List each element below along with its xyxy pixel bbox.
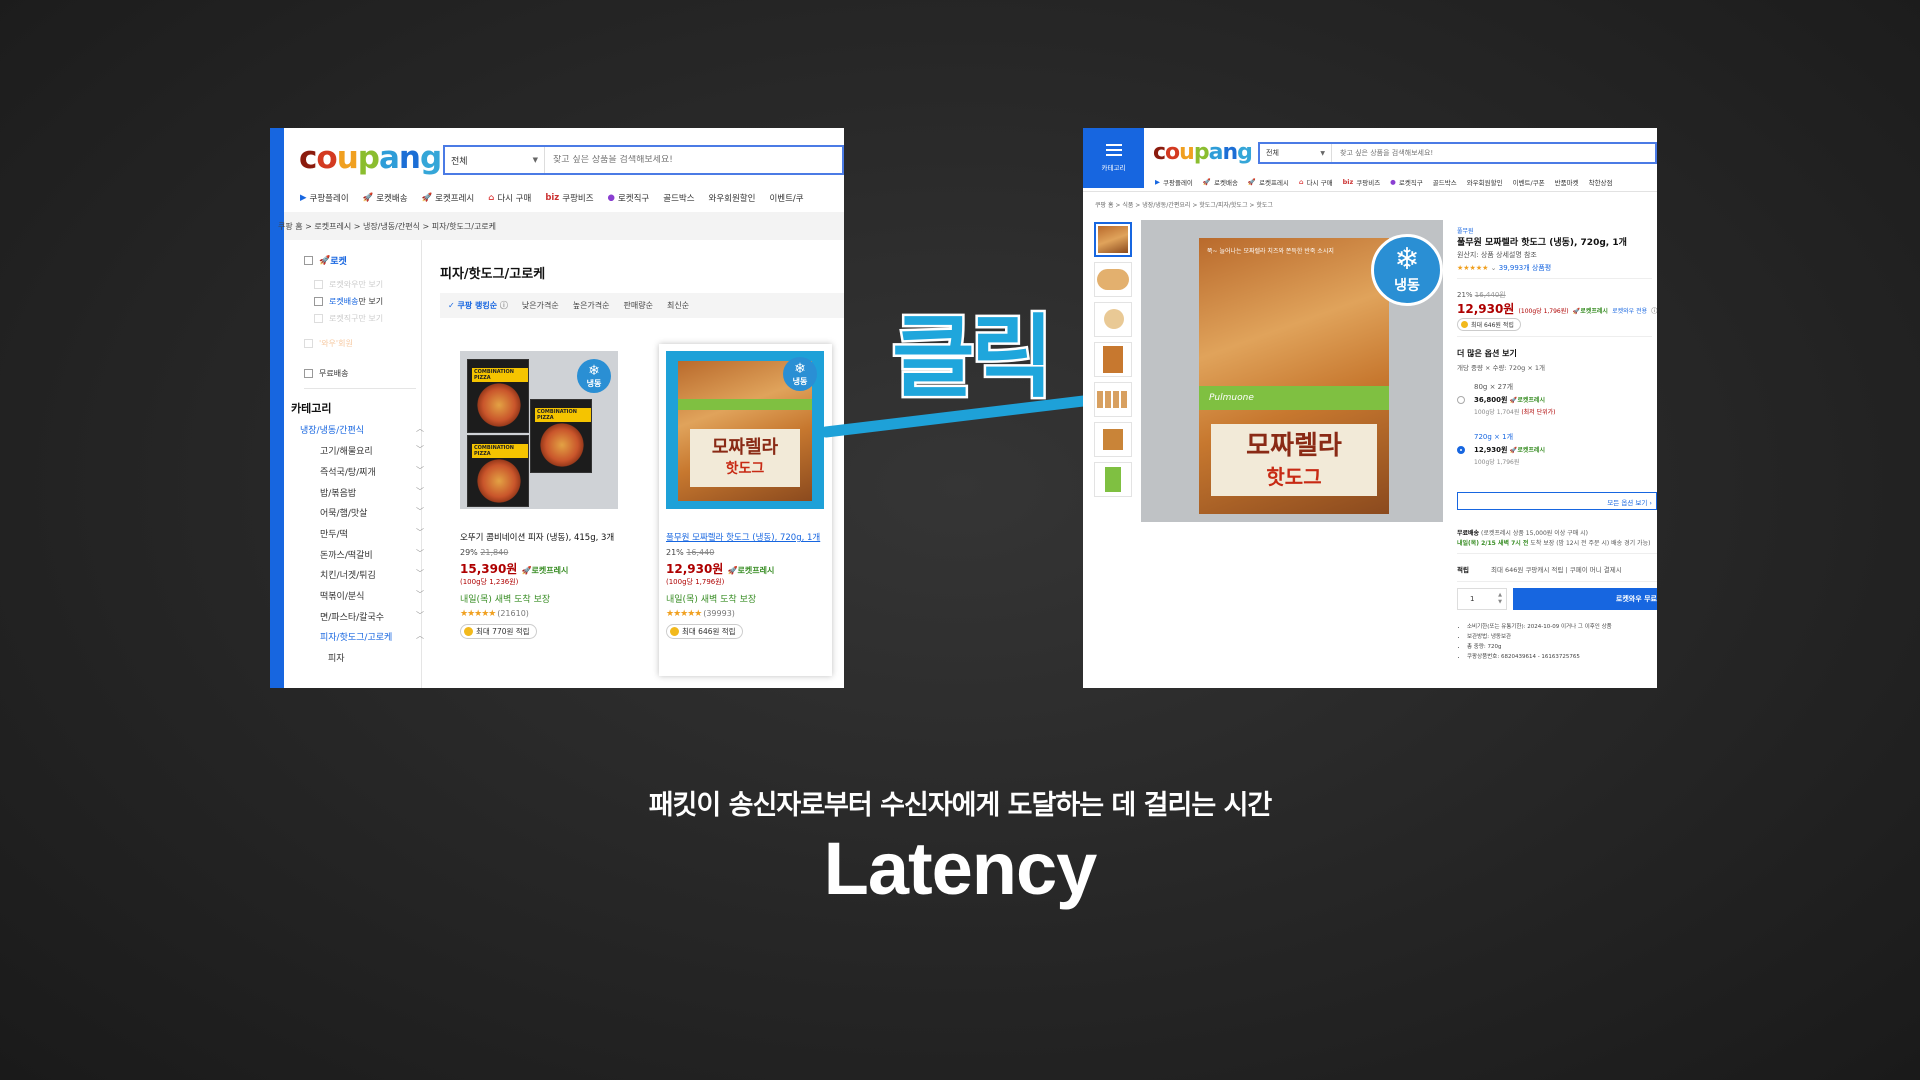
thumbnail[interactable]: [1094, 422, 1132, 457]
coupang-logo[interactable]: coupang: [1153, 140, 1253, 165]
product-details-list: 소비기한(또는 유통기한): 2024-10-09 이거나 그 이후인 상품 보…: [1461, 622, 1612, 662]
divider: [1457, 278, 1652, 279]
arrival-info: 내일(목) 2/15 새벽 7시 전 도착 보장 (밤 12시 전 주문 시) …: [1457, 540, 1651, 547]
stepper-arrows-icon[interactable]: ▲ ▼: [1498, 592, 1502, 606]
nav-item[interactable]: ⌂ 다시 구매: [1299, 177, 1333, 187]
category-menu-button[interactable]: 카테고리: [1083, 128, 1144, 188]
crumb[interactable]: 식품: [1122, 202, 1133, 209]
brand-link[interactable]: 풀무원: [1457, 226, 1474, 235]
chevron-down-icon: ⌄: [1490, 264, 1497, 272]
rocket-icon: 🚀: [1247, 178, 1257, 186]
nav-item[interactable]: 골드박스: [1433, 177, 1457, 187]
search-category-select[interactable]: 전체 ▼: [1260, 144, 1332, 162]
buy-now-button[interactable]: 로켓와우 무료: [1513, 588, 1657, 610]
crumb[interactable]: 핫도그: [1256, 202, 1273, 209]
options-subtitle: 개당 중량 × 수량: 720g × 1개: [1457, 364, 1546, 372]
house-icon: ⌂: [1298, 178, 1304, 186]
chevron-right-icon: ›: [1649, 499, 1652, 507]
thumbnail[interactable]: [1094, 462, 1132, 497]
click-label: 클릭: [890, 303, 1057, 413]
origin: 원산지: 상품 상세설명 참조: [1457, 251, 1537, 259]
crumb[interactable]: 쿠팡 홈: [1095, 202, 1113, 209]
product-detail-screenshot: 카테고리 coupang 전체 ▼ ▶쿠팡플레이 🚀로켓배송 🚀로켓프레시 ⌂다시…: [1083, 128, 1657, 688]
crumb[interactable]: 핫도그/피자/핫도그: [1199, 202, 1247, 209]
nav-item[interactable]: 이벤트/쿠폰: [1513, 177, 1545, 187]
biz-icon: biz: [1342, 178, 1354, 186]
nav-item[interactable]: 착한상점: [1589, 177, 1613, 187]
divider: [1457, 336, 1652, 337]
nav-item[interactable]: biz 쿠팡비즈: [1343, 177, 1381, 187]
nav-item[interactable]: 🚀 로켓프레시: [1248, 177, 1289, 187]
radio-button-selected[interactable]: [1457, 446, 1465, 454]
page-title: Latency: [823, 827, 1098, 910]
reviews-link[interactable]: 39,993개 상품평: [1499, 264, 1551, 272]
hotdog-label: 모짜렐라 핫도그: [1211, 424, 1377, 496]
nav-item[interactable]: ● 로켓직구: [1390, 177, 1423, 187]
thumbnail[interactable]: [1094, 262, 1132, 297]
all-options-button[interactable]: 모든 옵션 보기 ›: [1457, 492, 1657, 510]
hamburger-icon: [1105, 144, 1122, 156]
divider: [1457, 553, 1657, 554]
search-input[interactable]: [1332, 149, 1632, 157]
thumbnail[interactable]: [1094, 302, 1132, 337]
detail-item: 쿠팡상품번호: 6820439614 - 16163725765: [1467, 652, 1612, 662]
product-price: 12,930원 (100g당 1,796원) 🚀로켓프레시 로켓와우 전용 ⓘ: [1457, 302, 1657, 316]
radio-button[interactable]: [1457, 396, 1465, 404]
thumbnail[interactable]: [1094, 382, 1132, 417]
detail-item: 보관방법: 냉동보관: [1467, 632, 1612, 642]
detail-item: 총 중량: 720g: [1467, 642, 1612, 652]
play-icon: ▶: [1155, 178, 1160, 186]
nav-item[interactable]: 🚀 로켓배송: [1203, 177, 1238, 187]
thumbnail-selected[interactable]: [1094, 222, 1132, 257]
chevron-down-icon: ▼: [1320, 149, 1325, 157]
rocket-icon: 🚀: [1202, 178, 1211, 186]
crumb[interactable]: 냉장/냉동/간편요리: [1142, 202, 1190, 209]
rating: ★★★★★ ⌄ 39,993개 상품평: [1457, 263, 1551, 273]
menu-label: 카테고리: [1101, 164, 1126, 172]
subtitle: 패킷이 송신자로부터 수신자에게 도달하는 데 걸리는 시간: [648, 790, 1273, 821]
divider: [1083, 191, 1657, 192]
snowflake-icon: ❄: [1394, 242, 1420, 277]
nav-item[interactable]: 와우회원할인: [1467, 177, 1503, 187]
option-item[interactable]: 80g × 27개 36,800원 🚀로켓프레시 100g당 1,704원 (최…: [1457, 382, 1556, 416]
option-item-selected[interactable]: 720g × 1개 12,930원 🚀로켓프레시 100g당 1,796원: [1457, 432, 1545, 466]
brand-band: Pulmuone: [1199, 386, 1389, 410]
product-title: 풀무원 모짜렐라 핫도그 (냉동), 720g, 1개: [1457, 238, 1627, 248]
detail-item: 소비기한(또는 유통기한): 2024-10-09 이거나 그 이후인 상품: [1467, 622, 1612, 632]
frozen-badge: ❄ 냉동: [1371, 234, 1443, 306]
info-icon: ⓘ: [1651, 308, 1657, 315]
coin-icon: [1461, 321, 1468, 328]
quantity-stepper[interactable]: 1 ▲ ▼: [1457, 588, 1507, 610]
points-row: 적립 최대 646원 쿠팡캐시 적립 | 쿠페이 머니 결제시: [1457, 566, 1622, 574]
shipping-info: 무료배송 (로켓프레시 상품 15,000원 이상 구매 시): [1457, 530, 1588, 537]
discount-row: 21% 16,440원: [1457, 291, 1506, 299]
search-category-label: 전체: [1266, 149, 1279, 157]
nav-item[interactable]: ▶ 쿠팡플레이: [1155, 177, 1193, 187]
hotdog-bag-image: 쭉~ 늘어나는 모짜렐라 치즈와 쫀득한 반죽 소시지 Pulmuone 모짜렐…: [1199, 238, 1389, 514]
thumbnail[interactable]: [1094, 342, 1132, 377]
breadcrumb: 쿠팡 홈 > 식품 > 냉장/냉동/간편요리 > 핫도그/피자/핫도그 > 핫도…: [1095, 202, 1273, 209]
options-heading: 더 많은 옵션 보기: [1457, 349, 1517, 358]
search-bar[interactable]: 전체 ▼: [1258, 142, 1657, 164]
star-rating-icon: ★★★★★: [1457, 264, 1489, 272]
globe-icon: ●: [1390, 178, 1396, 186]
top-nav: ▶ 쿠팡플레이 🚀 로켓배송 🚀 로켓프레시 ⌂ 다시 구매 biz 쿠팡비즈 ● 로켓직구…: [1155, 177, 1623, 187]
divider: [1457, 581, 1657, 582]
nav-item[interactable]: 반품마켓: [1555, 177, 1579, 187]
quantity-value: 1: [1470, 595, 1475, 603]
reward-badge: 최대 646원 적립: [1457, 318, 1521, 331]
main-product-image[interactable]: 쭉~ 늘어나는 모짜렐라 치즈와 쫀득한 반죽 소시지 Pulmuone 모짜렐…: [1141, 220, 1443, 522]
